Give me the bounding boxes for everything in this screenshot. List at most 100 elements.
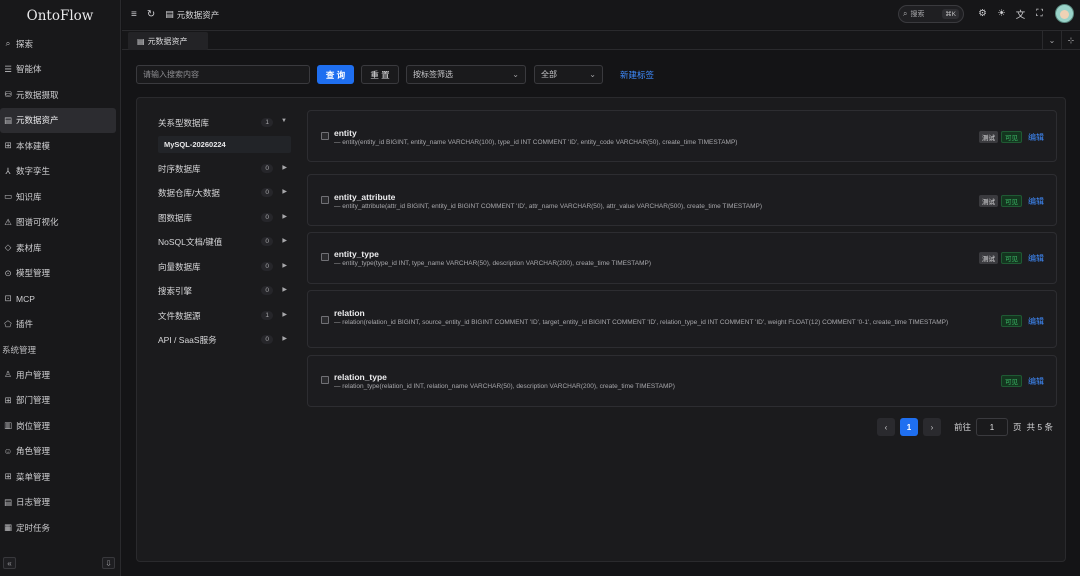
sidebar-system-item-1[interactable]: ⊞ 部门管理 bbox=[0, 388, 116, 414]
sidebar-item-label: 菜单管理 bbox=[16, 471, 51, 482]
sidebar-item-label: 素材库 bbox=[16, 242, 42, 253]
asset-name[interactable]: relation_type bbox=[334, 372, 387, 382]
category-label: 数据仓库/大数据 bbox=[158, 188, 220, 199]
sidebar-system-item-3[interactable]: ☺ 角色管理 bbox=[0, 439, 116, 465]
asset-checkbox[interactable] bbox=[321, 196, 329, 204]
language-icon[interactable]: 文 bbox=[1011, 7, 1030, 21]
sidebar-item-1[interactable]: ☰ 智能体 bbox=[0, 57, 116, 83]
sidebar-item-9[interactable]: ⊙ 模型管理 bbox=[0, 261, 116, 287]
asset-name[interactable]: relation bbox=[334, 308, 365, 318]
sidebar-item-icon: ▥ bbox=[3, 420, 13, 431]
category-item[interactable]: 向量数据库 0 ▶ bbox=[151, 255, 293, 280]
caret-right-icon[interactable]: ▶ bbox=[282, 237, 287, 244]
asset-card: entity_attribute — entity_attribute(attr_… bbox=[307, 174, 1057, 226]
sidebar-item-icon: ▭ bbox=[3, 191, 13, 202]
category-item[interactable]: API / SaaS服务 0 ▶ bbox=[151, 328, 293, 353]
sidebar-system-item-4[interactable]: ⊞ 菜单管理 bbox=[0, 464, 116, 490]
app-logo[interactable]: OntoFlow bbox=[0, 0, 120, 31]
asset-name[interactable]: entity bbox=[334, 128, 357, 138]
category-count-badge: 1 bbox=[261, 310, 273, 320]
next-page-button[interactable]: › bbox=[923, 418, 942, 436]
category-label: API / SaaS服务 bbox=[158, 335, 217, 346]
asset-checkbox[interactable] bbox=[321, 376, 329, 384]
breadcrumb-label[interactable]: 元数据资产 bbox=[177, 9, 220, 21]
asset-tags: 可见 编辑 bbox=[1001, 375, 1044, 387]
edit-link[interactable]: 编辑 bbox=[1028, 132, 1044, 143]
caret-right-icon[interactable]: ▶ bbox=[282, 262, 287, 269]
edit-link[interactable]: 编辑 bbox=[1028, 253, 1044, 264]
asset-name[interactable]: entity_attribute bbox=[334, 192, 395, 202]
new-tag-link[interactable]: 新建标签 bbox=[620, 65, 670, 84]
sidebar-item-0[interactable]: ⌕ 探索 bbox=[0, 31, 116, 57]
query-button[interactable]: 查 询 bbox=[317, 65, 354, 84]
tag-filter-select[interactable]: 按标签筛选 ⌄ bbox=[406, 65, 526, 84]
edit-link[interactable]: 编辑 bbox=[1028, 196, 1044, 207]
sidebar-item-label: 日志管理 bbox=[16, 497, 51, 508]
sidebar-item-3[interactable]: ▤ 元数据资产 bbox=[0, 107, 116, 133]
sidebar-item-6[interactable]: ▭ 知识库 bbox=[0, 184, 116, 210]
pin-icon[interactable]: ⇩ bbox=[102, 557, 115, 569]
user-avatar[interactable] bbox=[1055, 4, 1074, 23]
sidebar-item-label: 定时任务 bbox=[16, 522, 51, 533]
sidebar-item-8[interactable]: ◇ 素材库 bbox=[0, 235, 116, 261]
sidebar-item-icon: ⅄ bbox=[5, 165, 11, 176]
category-item[interactable]: 文件数据源 1 ▶ bbox=[151, 304, 293, 329]
category-item[interactable]: 搜索引擎 0 ▶ bbox=[151, 279, 293, 304]
caret-right-icon[interactable]: ▶ bbox=[282, 311, 287, 318]
tag-visible-badge: 可见 bbox=[1001, 195, 1022, 207]
goto-page-input[interactable]: 1 bbox=[976, 418, 1009, 436]
caret-right-icon[interactable]: ▶ bbox=[282, 335, 287, 342]
page-button[interactable]: 1 bbox=[900, 418, 919, 436]
edit-link[interactable]: 编辑 bbox=[1028, 316, 1044, 327]
category-count-badge: 0 bbox=[261, 237, 273, 246]
asset-tags: 测试 可见 编辑 bbox=[979, 131, 1044, 143]
sidebar-item-10[interactable]: ⊡ MCP bbox=[0, 286, 116, 312]
category-item[interactable]: 时序数据库 0 ▶ bbox=[151, 157, 293, 182]
fullscreen-icon[interactable]: ⊹ bbox=[1061, 31, 1080, 50]
caret-down-icon[interactable]: ▼ bbox=[281, 118, 287, 124]
category-label: 图数据库 bbox=[158, 212, 193, 223]
sidebar-item-4[interactable]: ⊞ 本体建模 bbox=[0, 133, 116, 159]
menu-icon[interactable]: ≡ bbox=[131, 9, 137, 20]
search-input[interactable]: 请输入搜索内容 bbox=[136, 65, 310, 84]
sidebar-system-item-0[interactable]: ♙ 用户管理 bbox=[0, 362, 116, 388]
category-item[interactable]: 关系型数据库 1 ▼ bbox=[151, 111, 293, 136]
sidebar-item-icon: ☰ bbox=[4, 63, 12, 74]
category-item[interactable]: 数据仓库/大数据 0 ▶ bbox=[151, 181, 293, 206]
asset-checkbox[interactable] bbox=[321, 316, 329, 324]
tab-metadata-assets[interactable]: ▤ 元数据资产 bbox=[128, 32, 208, 50]
caret-right-icon[interactable]: ▶ bbox=[282, 164, 287, 171]
caret-right-icon[interactable]: ▶ bbox=[282, 286, 287, 293]
settings-icon[interactable]: ⚙ bbox=[973, 8, 992, 19]
fullscreen-icon[interactable]: ⛶ bbox=[1030, 8, 1049, 19]
asset-checkbox[interactable] bbox=[321, 132, 329, 140]
sidebar-item-icon: ⛁ bbox=[4, 89, 12, 100]
asset-checkbox[interactable] bbox=[321, 253, 329, 261]
caret-right-icon[interactable]: ▶ bbox=[282, 213, 287, 220]
scope-select[interactable]: 全部 ⌄ bbox=[534, 65, 603, 84]
prev-page-button[interactable]: ‹ bbox=[877, 418, 896, 436]
sidebar-item-2[interactable]: ⛁ 元数据摄取 bbox=[0, 82, 116, 108]
database-icon: ▤ bbox=[137, 36, 145, 46]
sidebar-item-label: 元数据资产 bbox=[16, 115, 59, 126]
category-item[interactable]: 图数据库 0 ▶ bbox=[151, 206, 293, 231]
sidebar: OntoFlow ⌕ 探索 ☰ 智能体 ⛁ 元数据摄取 ▤ 元数据资产 ⊞ 本体建模 ⅄ 数字孪生 ▭ 知… bbox=[0, 0, 121, 576]
sidebar-system-item-5[interactable]: ▤ 日志管理 bbox=[0, 490, 116, 516]
caret-right-icon[interactable]: ▶ bbox=[282, 188, 287, 195]
reset-button[interactable]: 重 置 bbox=[361, 65, 399, 84]
datasource-item[interactable]: MySQL-20260224 bbox=[158, 135, 291, 153]
chevron-down-icon[interactable]: ⌄ bbox=[1042, 31, 1061, 50]
sidebar-system-item-2[interactable]: ▥ 岗位管理 bbox=[0, 413, 116, 439]
sidebar-item-7[interactable]: ⚠ 图谱可视化 bbox=[0, 210, 116, 236]
edit-link[interactable]: 编辑 bbox=[1028, 376, 1044, 387]
category-label: 向量数据库 bbox=[158, 261, 201, 272]
collapse-sidebar-icon[interactable]: « bbox=[3, 557, 16, 569]
sidebar-item-5[interactable]: ⅄ 数字孪生 bbox=[0, 159, 116, 185]
refresh-icon[interactable]: ↻ bbox=[147, 9, 155, 20]
global-search-button[interactable]: ⌕ 搜索 ⌘K bbox=[898, 4, 964, 23]
category-item[interactable]: NoSQL文档/键值 0 ▶ bbox=[151, 230, 293, 255]
sidebar-item-11[interactable]: ⬠ 插件 bbox=[0, 312, 116, 338]
asset-name[interactable]: entity_type bbox=[334, 249, 379, 259]
theme-toggle-icon[interactable]: ☀ bbox=[992, 8, 1011, 19]
sidebar-system-item-6[interactable]: ▦ 定时任务 bbox=[0, 515, 116, 541]
